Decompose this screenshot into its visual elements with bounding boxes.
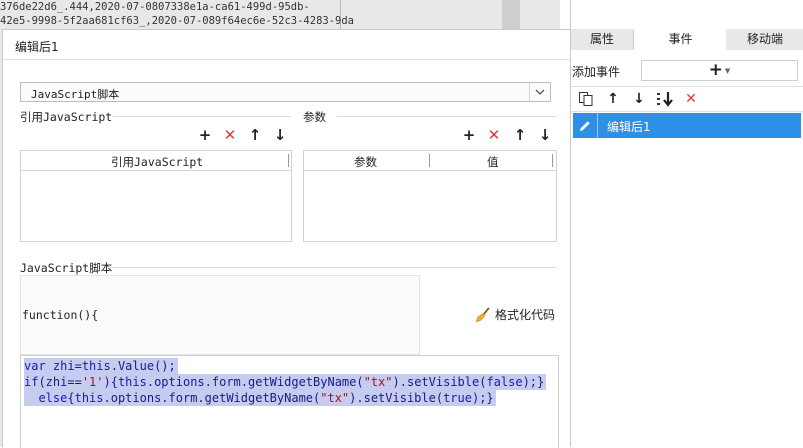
tab-properties[interactable]: 属性 — [571, 29, 633, 50]
code-token: );} — [522, 375, 545, 389]
function-header-text: function(){ — [22, 308, 99, 322]
move-down-param-button[interactable]: ↓ — [537, 127, 553, 143]
code-line-3[interactable]: else{this.options.form.getWidgetByName("… — [24, 390, 496, 406]
copy-event-button[interactable] — [577, 91, 595, 108]
js-script-section-label: JavaScript脚本 — [20, 261, 113, 275]
code-token: this — [81, 359, 111, 373]
column-header[interactable]: 值 — [487, 154, 499, 170]
title-divider — [3, 59, 571, 60]
code-token: '1' — [81, 375, 104, 389]
code-token: (zhi== — [38, 375, 82, 389]
column-divider[interactable] — [552, 154, 553, 167]
code-token: "tx" — [320, 391, 350, 405]
script-type-select[interactable]: JavaScript脚本 — [20, 82, 551, 102]
code-token: ){ — [103, 375, 118, 389]
code-token: if — [24, 375, 39, 389]
delete-x-icon: ✕ — [685, 91, 697, 107]
ref-js-table-header: 引用JavaScript — [21, 151, 291, 171]
format-code-button[interactable]: 格式化代码 — [475, 306, 555, 323]
panel-tabs: 属性 事件 移动端 — [571, 29, 803, 50]
code-line-2[interactable]: if(zhi=='1'){this.options.form.getWidget… — [24, 374, 547, 390]
param-table-header: 参数 值 — [304, 151, 556, 171]
move-to-bottom-event-button[interactable] — [655, 91, 677, 108]
code-token: { — [67, 391, 75, 405]
code-token: this — [74, 391, 104, 405]
code-token: "tx" — [363, 375, 393, 389]
edit-pencil-icon[interactable] — [573, 113, 598, 138]
delete-event-button[interactable]: ✕ — [682, 91, 700, 108]
add-event-button[interactable]: + ▼ — [641, 60, 798, 81]
delete-ref-button[interactable]: ✕ — [222, 127, 238, 143]
section-divider — [107, 267, 557, 268]
event-item-label: 编辑后1 — [607, 120, 651, 134]
arrow-down-icon: ↓ — [633, 91, 645, 107]
add-param-button[interactable]: + — [461, 127, 477, 143]
code-token: ).setVisible( — [392, 375, 487, 389]
add-event-label: 添加事件 — [572, 65, 621, 79]
code-token: ).setVisible( — [349, 391, 444, 405]
caret-down-icon: ▼ — [724, 66, 731, 75]
dialog-title: 编辑后1 — [15, 40, 59, 54]
move-up-event-button[interactable]: ↑ — [604, 91, 622, 108]
move-down-ref-button[interactable]: ↓ — [272, 127, 288, 143]
move-up-ref-button[interactable]: ↑ — [247, 127, 263, 143]
broom-icon — [475, 307, 490, 322]
ref-js-table[interactable]: 引用JavaScript — [20, 150, 292, 242]
code-editor[interactable]: var zhi=this.Value(); if(zhi=='1'){this.… — [20, 355, 559, 448]
move-to-bottom-icon — [657, 92, 673, 107]
function-header-box: function(){ — [20, 275, 420, 355]
section-divider — [113, 116, 291, 117]
section-divider — [337, 116, 557, 117]
chevron-down-icon[interactable] — [529, 83, 550, 101]
code-token: var — [24, 359, 46, 373]
event-list-item[interactable]: 编辑后1 — [573, 113, 801, 138]
tab-mobile[interactable]: 移动端 — [726, 29, 803, 50]
edit-event-dialog: 编辑后1 JavaScript脚本 引用JavaScript + ✕ ↑ ↓ 引… — [2, 29, 572, 448]
column-header[interactable]: 参数 — [354, 154, 377, 170]
param-table[interactable]: 参数 值 — [303, 150, 557, 242]
column-header[interactable]: 引用JavaScript — [111, 154, 203, 170]
code-token: false — [486, 375, 523, 389]
column-divider[interactable] — [429, 154, 430, 167]
code-token: .Value(); — [110, 359, 176, 373]
code-token: true — [443, 391, 472, 405]
code-token: );} — [471, 391, 494, 405]
background-grid-cell — [340, 0, 501, 32]
tab-events[interactable]: 事件 — [633, 29, 728, 50]
ref-js-section-label: 引用JavaScript — [20, 110, 113, 124]
code-token: .options.form.getWidgetByName( — [146, 375, 364, 389]
column-divider[interactable] — [288, 154, 289, 167]
event-toolbar: ↑ ↓ ✕ — [571, 86, 803, 112]
code-token: .options.form.getWidgetByName( — [103, 391, 321, 405]
format-code-label: 格式化代码 — [495, 308, 556, 322]
arrow-up-icon: ↑ — [607, 91, 619, 107]
move-down-event-button[interactable]: ↓ — [630, 91, 648, 108]
code-token: zhi= — [45, 359, 82, 373]
param-section-label: 参数 — [303, 110, 326, 124]
delete-param-button[interactable]: ✕ — [486, 127, 502, 143]
add-ref-button[interactable]: + — [197, 127, 213, 143]
move-up-param-button[interactable]: ↑ — [512, 127, 528, 143]
copy-icon — [579, 92, 593, 106]
plus-icon: + — [708, 60, 723, 80]
right-panel: 属性 事件 移动端 添加事件 + ▼ ↑ ↓ ✕ 编辑后1 — [570, 0, 803, 448]
code-token: else — [38, 391, 68, 405]
code-token: this — [117, 375, 147, 389]
background-text-line: 42e5-9998-5f2aa681cf63_,2020-07-089f64ec… — [0, 15, 355, 27]
background-text-line: 376de22d6_.444,2020-07-0807338e1a-ca61-4… — [0, 1, 310, 13]
code-line-1[interactable]: var zhi=this.Value(); — [24, 358, 178, 374]
event-list: 编辑后1 — [571, 111, 803, 448]
script-type-value: JavaScript脚本 — [31, 88, 120, 101]
